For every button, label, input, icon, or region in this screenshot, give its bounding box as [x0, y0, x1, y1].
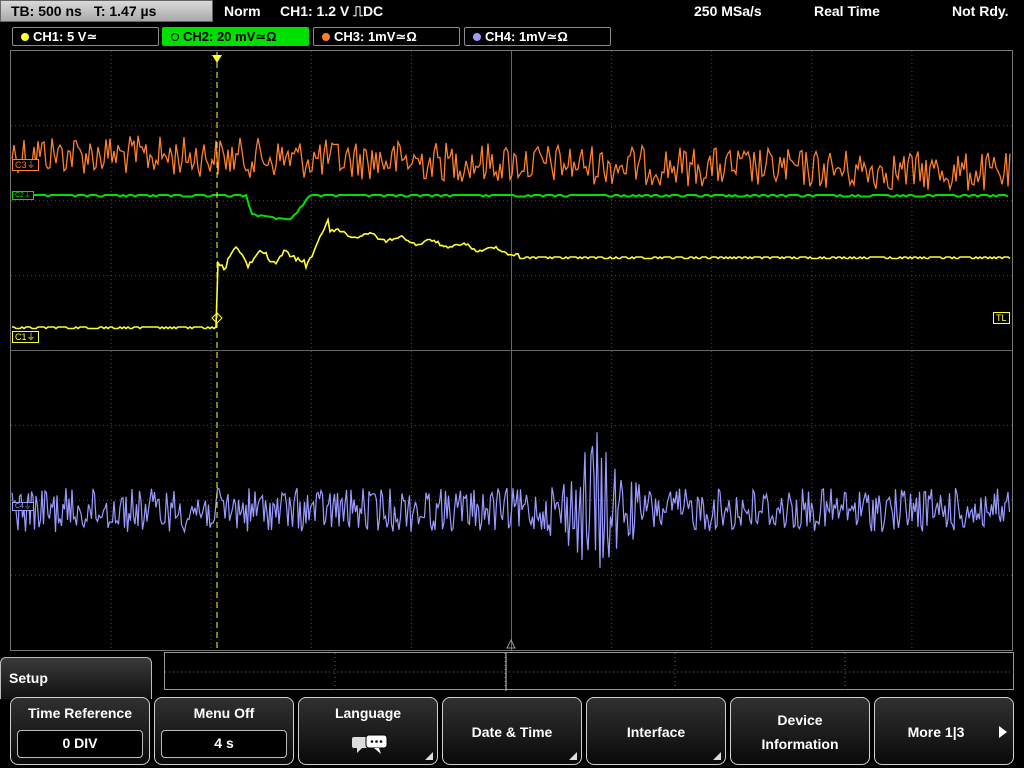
trigger-level-marker[interactable]: TL [993, 312, 1010, 324]
device-information-label-line1: Device [777, 712, 823, 728]
device-information-softkey[interactable]: Device Information [730, 697, 870, 765]
speech-bubble-icon [352, 734, 388, 754]
menu-off-value: 4 s [161, 730, 287, 758]
menu-title-tab: Setup [0, 657, 152, 699]
menu-off-label: Menu Off [193, 705, 255, 721]
ch3-offset-marker[interactable]: C3⏚ [12, 159, 39, 171]
date-time-label: Date & Time [471, 724, 553, 740]
device-information-label-line2: Information [761, 736, 839, 752]
softkey-bar: Time Reference 0 DIV Menu Off 4 s Langua… [8, 697, 1018, 767]
ch1-offset-marker[interactable]: C1⏚ [12, 331, 39, 343]
ch4-waveform [11, 432, 1011, 568]
more-label: More 1|3 [907, 724, 965, 740]
time-reference-label: Time Reference [27, 705, 132, 721]
next-page-icon [999, 726, 1007, 738]
interface-softkey[interactable]: Interface [586, 697, 726, 765]
interface-label: Interface [626, 724, 686, 740]
ch2-offset-marker[interactable]: C2⏚ [12, 191, 34, 200]
language-label: Language [334, 705, 402, 721]
submenu-indicator-icon [425, 752, 433, 760]
time-reference-value: 0 DIV [17, 730, 143, 758]
more-softkey[interactable]: More 1|3 [874, 697, 1014, 765]
submenu-indicator-icon [569, 752, 577, 760]
trigger-position-icon[interactable] [212, 55, 222, 63]
submenu-indicator-icon [713, 752, 721, 760]
waveform-canvas [11, 51, 1012, 650]
menu-title: Setup [9, 670, 48, 686]
language-softkey[interactable]: Language [298, 697, 438, 765]
overview-strip [164, 652, 1015, 691]
menu-off-softkey[interactable]: Menu Off 4 s [154, 697, 294, 765]
ch4-offset-marker[interactable]: C4⏚ [12, 502, 34, 511]
date-time-softkey[interactable]: Date & Time [442, 697, 582, 765]
time-reference-softkey[interactable]: Time Reference 0 DIV [10, 697, 150, 765]
ch2-waveform [11, 193, 1009, 221]
